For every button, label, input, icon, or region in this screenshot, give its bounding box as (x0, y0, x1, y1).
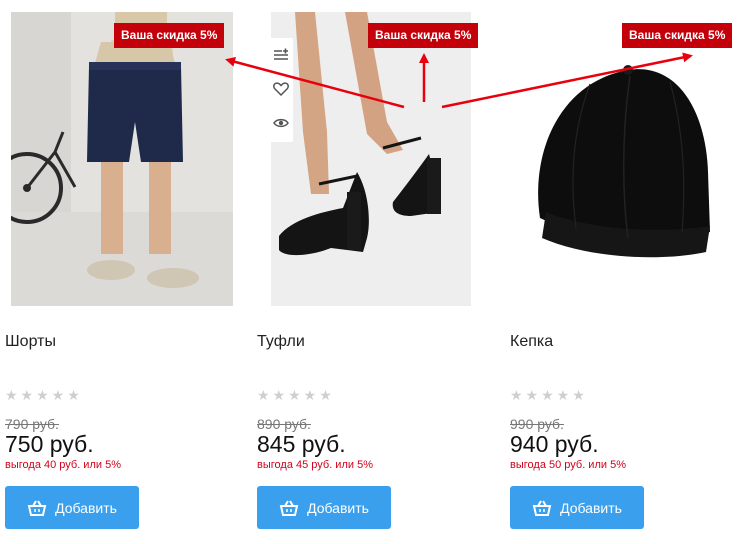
current-price: 845 руб. (257, 431, 346, 457)
product-title[interactable]: Кепка (510, 333, 553, 351)
current-price: 750 руб. (5, 431, 94, 457)
discount-badge: Ваша скидка 5% (114, 23, 225, 48)
current-price: 940 руб. (510, 431, 599, 457)
savings-text: выгода 50 руб. или 5% (510, 459, 626, 471)
old-price: 790 руб. (5, 416, 59, 432)
basket-icon (27, 499, 47, 516)
product-image[interactable] (510, 12, 738, 306)
savings-text: выгода 40 руб. или 5% (5, 459, 121, 471)
add-button-label: Добавить (55, 499, 117, 516)
old-price: 890 руб. (257, 416, 311, 432)
product-image[interactable] (271, 12, 471, 306)
add-to-compare-icon[interactable] (269, 38, 293, 72)
add-button-label: Добавить (560, 499, 622, 516)
eye-icon[interactable] (269, 106, 293, 140)
discount-badge: Ваша скидка 5% (368, 23, 479, 48)
product-title[interactable]: Шорты (5, 333, 56, 351)
old-price: 990 руб. (510, 416, 564, 432)
product-card: Ваша скидка 5% Туфли ★★★★★ 890 руб. 845 … (257, 0, 497, 544)
add-to-cart-button[interactable]: Добавить (257, 486, 391, 529)
add-to-cart-button[interactable]: Добавить (510, 486, 644, 529)
rating-stars[interactable]: ★★★★★ (510, 387, 588, 404)
basket-icon (532, 499, 552, 516)
rating-stars[interactable]: ★★★★★ (257, 387, 335, 404)
add-button-label: Добавить (307, 499, 369, 516)
heart-icon[interactable] (269, 72, 293, 106)
rating-stars[interactable]: ★★★★★ (5, 387, 83, 404)
product-card: Ваша скидка 5% Кепка ★★★★★ 990 руб. 940 … (510, 0, 740, 544)
product-card: Ваша скидка 5% Шорты ★★★★★ 790 руб. 750 … (5, 0, 245, 544)
basket-icon (279, 499, 299, 516)
product-title[interactable]: Туфли (257, 333, 305, 351)
product-actions (269, 38, 293, 142)
savings-text: выгода 45 руб. или 5% (257, 459, 373, 471)
product-image[interactable] (11, 12, 233, 306)
discount-badge: Ваша скидка 5% (622, 23, 733, 48)
add-to-cart-button[interactable]: Добавить (5, 486, 139, 529)
